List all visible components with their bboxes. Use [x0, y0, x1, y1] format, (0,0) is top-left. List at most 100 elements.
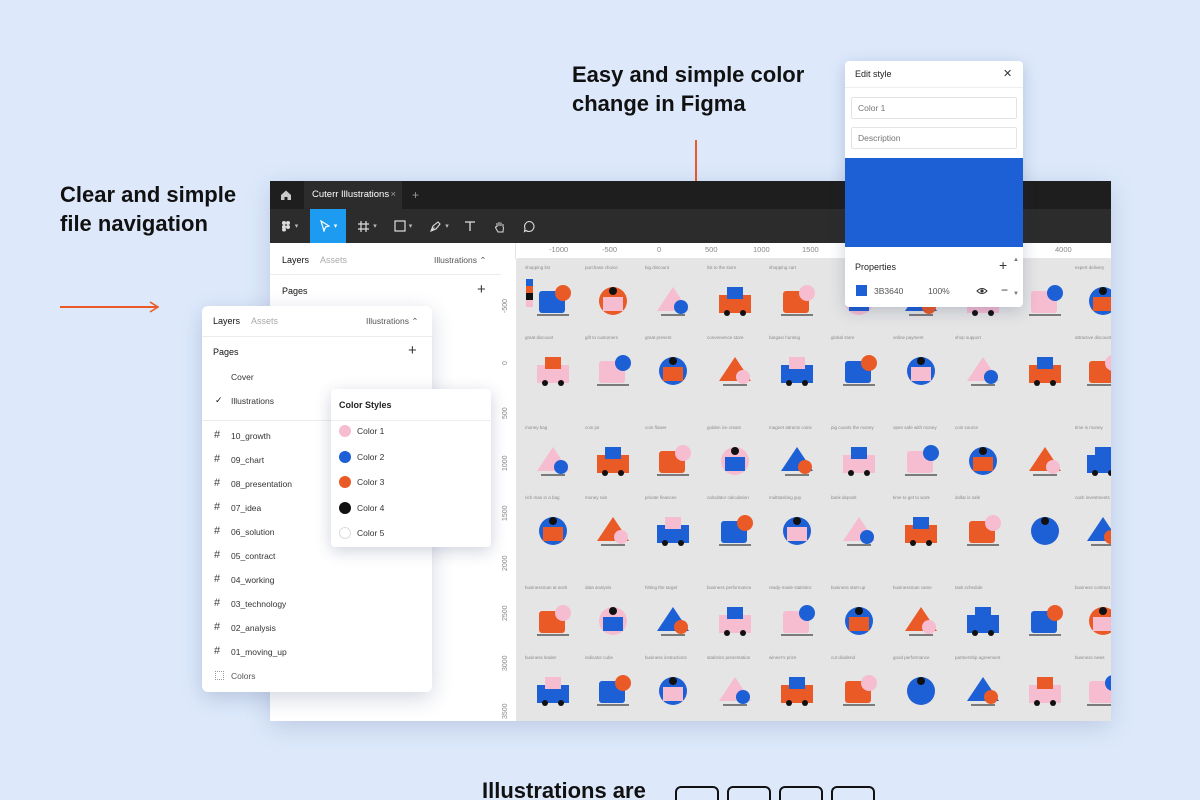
illustration-frame[interactable]: online payment [893, 335, 949, 407]
illustration-frame[interactable]: coin jar [585, 425, 641, 497]
shape-tool-button[interactable]: ▾ [386, 209, 420, 243]
close-icon[interactable]: ✕ [1003, 67, 1012, 80]
color-style-item[interactable]: Color 3 [331, 473, 491, 493]
layer-frame[interactable]: #01_moving_up [202, 642, 432, 662]
add-property-button[interactable]: + [999, 257, 1007, 273]
illustration-frame[interactable]: business contract [1075, 585, 1111, 657]
illustration-frame[interactable]: coin source [955, 425, 1011, 497]
layer-colors[interactable]: Colors [202, 666, 432, 686]
illustration-frame[interactable]: hitting the target [645, 585, 701, 657]
illustration-frame[interactable]: dollar is safe [955, 495, 1011, 567]
bg-page-selector[interactable]: Illustrations ⌃ [434, 255, 486, 266]
illustration-frame[interactable]: open safe with money [893, 425, 949, 497]
illustration-frame[interactable]: great discount [525, 335, 581, 407]
illustration-frame[interactable]: attractive discounts [1075, 335, 1111, 407]
illustration-frame[interactable]: purchase choice [585, 265, 641, 337]
layer-frame[interactable]: #04_working [202, 570, 432, 590]
move-tool-button[interactable]: ▾ [310, 209, 346, 243]
illustration-frame[interactable]: expert delivery [1075, 265, 1111, 337]
new-tab-button[interactable]: + [412, 181, 419, 209]
illustration-frame[interactable]: multitasking guy [769, 495, 825, 567]
pen-tool-button[interactable]: ▾ [422, 209, 456, 243]
illustration-frame[interactable]: coin flower [645, 425, 701, 497]
canvas[interactable]: shopping list purchase choice big discount… [517, 259, 1111, 721]
eye-icon[interactable] [976, 286, 988, 296]
illustration-frame[interactable] [1017, 585, 1073, 657]
illustration-frame[interactable] [1017, 425, 1073, 497]
illustration-frame[interactable]: time is money [1075, 425, 1111, 497]
illustration-frame[interactable] [1017, 335, 1073, 407]
style-description-input[interactable] [851, 127, 1017, 149]
illustration-frame[interactable]: businessman came [893, 585, 949, 657]
illustration-frame[interactable]: pig counts the money [831, 425, 887, 497]
illustration-frame[interactable]: business start-up [831, 585, 887, 657]
page-selector[interactable]: Illustrations ⌃ [366, 316, 418, 327]
illustration-frame[interactable]: winner's prize [769, 655, 825, 721]
page-item-cover[interactable]: Cover [202, 367, 432, 387]
illustration-frame[interactable]: golden ice cream [707, 425, 763, 497]
illustration-frame[interactable]: business leader [525, 655, 581, 721]
color-style-item[interactable]: Color 5 [331, 524, 491, 544]
illustration-frame[interactable]: time to get to work [893, 495, 949, 567]
illustration-frame[interactable]: global store [831, 335, 887, 407]
text-tool-button[interactable] [458, 209, 482, 243]
home-icon[interactable] [280, 181, 296, 209]
tab-close-icon[interactable]: × [390, 181, 396, 209]
illustration-frame[interactable] [1017, 265, 1073, 337]
fill-swatch[interactable] [856, 285, 867, 296]
frame-tool-button[interactable]: ▾ [350, 209, 384, 243]
style-name-input[interactable] [851, 97, 1017, 119]
illustration-frame[interactable]: money bag [525, 425, 581, 497]
illustration-frame[interactable]: task schedule [955, 585, 1011, 657]
illustration-frame[interactable]: cash investments [1075, 495, 1111, 567]
illustration-frame[interactable]: shopping cart [769, 265, 825, 337]
illustration-frame[interactable]: partnership agreement [955, 655, 1011, 721]
illustration-frame[interactable]: indicator cube [585, 655, 641, 721]
color-style-item[interactable]: Color 1 [331, 422, 491, 442]
illustration-frame[interactable]: cut dividend [831, 655, 887, 721]
illustration-frame[interactable]: gift to customers [585, 335, 641, 407]
illustration-frame[interactable]: business instructions [645, 655, 701, 721]
illustration-frame[interactable]: great present [645, 335, 701, 407]
fill-hex[interactable]: 3B3640 [874, 286, 903, 296]
bg-tab-layers[interactable]: Layers [282, 255, 309, 265]
tab-assets[interactable]: Assets [251, 316, 278, 326]
bg-add-page-button[interactable]: + [477, 281, 486, 298]
illustration-frame[interactable]: money rain [585, 495, 641, 567]
layer-frame[interactable]: #02_analysis [202, 618, 432, 638]
color-style-item[interactable]: Color 4 [331, 499, 491, 519]
illustration-frame[interactable]: businessman at work [525, 585, 581, 657]
color-style-item[interactable]: Color 2 [331, 448, 491, 468]
bg-tab-assets[interactable]: Assets [320, 255, 347, 265]
add-page-button[interactable]: + [408, 342, 417, 359]
file-tab[interactable]: Cuterr Illustrations × [304, 181, 402, 209]
tab-layers[interactable]: Layers [213, 316, 240, 326]
illustration-frame[interactable]: ready-made statistics [769, 585, 825, 657]
illustration-frame[interactable]: private finances [645, 495, 701, 567]
scrollbar[interactable]: ▲ ▼ [1013, 257, 1019, 301]
main-menu-button[interactable]: ▾ [274, 209, 304, 243]
illustration-frame[interactable]: magnet attracts coins [769, 425, 825, 497]
illustration-frame[interactable]: business news [1075, 655, 1111, 721]
illustration-frame[interactable]: calculator calculation [707, 495, 763, 567]
color-swatch-preview[interactable] [845, 158, 1023, 247]
fill-opacity[interactable]: 100% [928, 286, 950, 296]
illustration-frame[interactable]: shopping list [525, 265, 581, 337]
illustration-frame[interactable]: statistics presentation [707, 655, 763, 721]
illustration-frame[interactable]: shop support [955, 335, 1011, 407]
layer-frame[interactable]: #03_technology [202, 594, 432, 614]
illustration-frame[interactable] [1017, 495, 1073, 567]
hand-tool-button[interactable] [486, 209, 512, 243]
illustration-frame[interactable]: business performance [707, 585, 763, 657]
layer-frame[interactable]: #05_contract [202, 546, 432, 566]
illustration-frame[interactable]: big discount [645, 265, 701, 337]
illustration-frame[interactable]: good performance [893, 655, 949, 721]
illustration-frame[interactable] [1017, 655, 1073, 721]
illustration-frame[interactable]: list to the store [707, 265, 763, 337]
remove-property-button[interactable]: − [1001, 283, 1008, 297]
illustration-frame[interactable]: bank deposit [831, 495, 887, 567]
illustration-frame[interactable]: rich man in a bag [525, 495, 581, 567]
illustration-frame[interactable]: convenience store [707, 335, 763, 407]
comment-tool-button[interactable] [516, 209, 542, 243]
illustration-frame[interactable]: data analysis [585, 585, 641, 657]
